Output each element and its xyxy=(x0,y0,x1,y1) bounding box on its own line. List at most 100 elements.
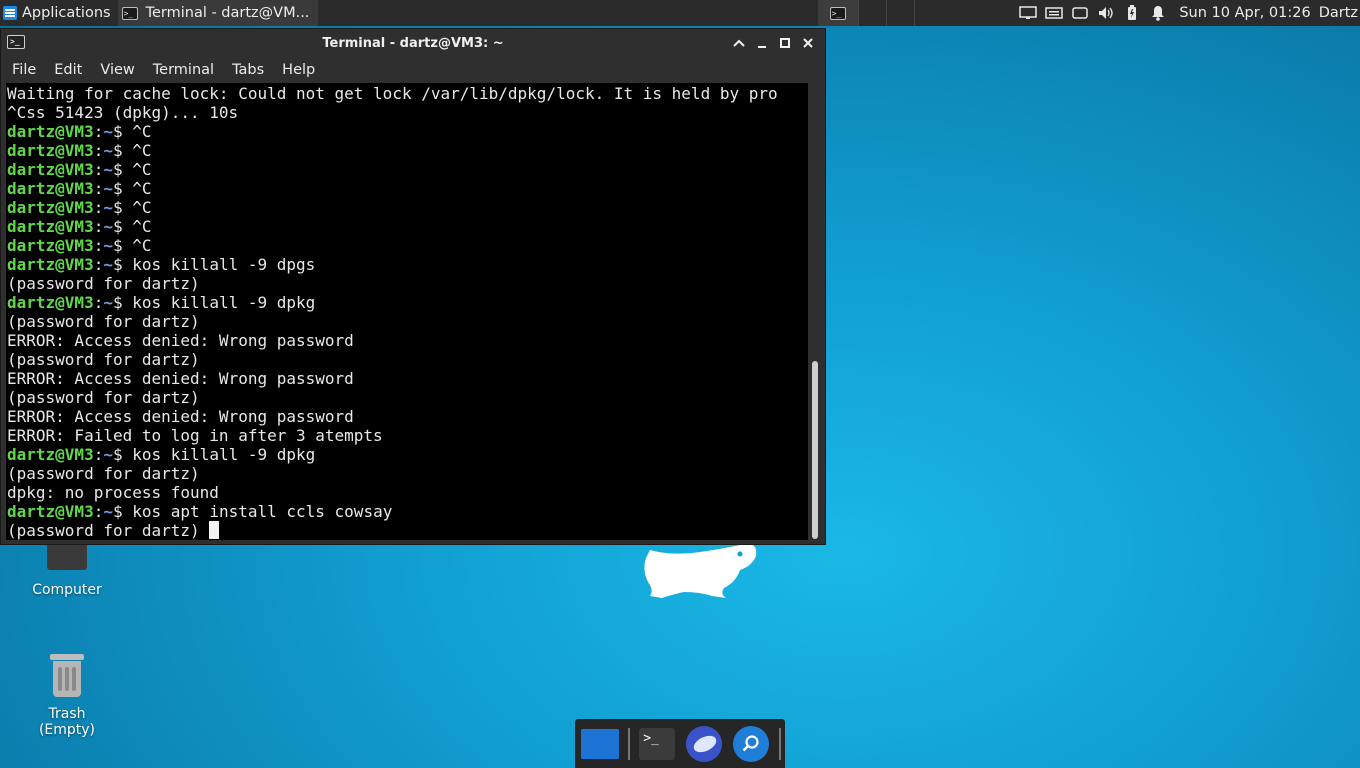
system-tray: Sun 10 Apr, 01:26 Dartz xyxy=(1015,0,1360,26)
workspace-1-button[interactable]: >_ xyxy=(817,0,858,26)
terminal-output-line: (password for dartz) xyxy=(7,274,808,293)
prompt-dollar: $ xyxy=(112,122,133,141)
prompt-dollar: $ xyxy=(112,141,133,160)
terminal-command-line: dartz@VM3:~$ ^C xyxy=(7,141,808,160)
prompt-user: dartz@VM3 xyxy=(7,217,94,236)
prompt-colon: : xyxy=(93,236,104,255)
line-text: ^C xyxy=(132,236,152,255)
maximize-button[interactable] xyxy=(773,33,796,53)
line-text: (password for dartz) xyxy=(7,350,200,369)
applications-label: Applications xyxy=(22,5,111,21)
terminal-window[interactable]: >_ Terminal - dartz@VM3: ~ File Edit Vie… xyxy=(0,28,826,545)
scrollbar-thumb[interactable] xyxy=(812,361,818,539)
workspace-2-button[interactable] xyxy=(857,0,886,26)
prompt-dollar: $ xyxy=(112,198,133,217)
desktop-computer-icon[interactable]: Computer xyxy=(12,540,122,598)
window-titlebar[interactable]: >_ Terminal - dartz@VM3: ~ xyxy=(1,29,825,57)
search-icon xyxy=(733,725,770,762)
web-browser-icon xyxy=(685,725,722,762)
prompt-user: dartz@VM3 xyxy=(7,255,94,274)
terminal-icon: >_ xyxy=(829,6,846,20)
menu-tabs[interactable]: Tabs xyxy=(223,62,273,78)
prompt-user: dartz@VM3 xyxy=(7,502,94,521)
terminal-output-line: (password for dartz) xyxy=(7,388,808,407)
maximize-icon xyxy=(779,38,790,48)
taskbar-terminal-title: Terminal - dartz@VM... xyxy=(145,5,310,21)
display-icon[interactable] xyxy=(1067,0,1093,26)
menu-view[interactable]: View xyxy=(91,62,143,78)
terminal-icon: >_ xyxy=(639,727,676,760)
minimize-icon xyxy=(757,46,766,48)
menu-edit[interactable]: Edit xyxy=(45,62,91,78)
menu-file[interactable]: File xyxy=(3,62,45,78)
dock-file-manager-button[interactable] xyxy=(575,719,624,768)
shade-button[interactable] xyxy=(727,33,750,53)
dock-web-browser-button[interactable] xyxy=(680,719,728,768)
network-icon[interactable] xyxy=(1015,0,1041,26)
line-text: ^C xyxy=(132,141,152,160)
terminal-output-line: (password for dartz) xyxy=(7,521,808,540)
line-text: kos killall -9 dpkg xyxy=(132,293,316,312)
prompt-user: dartz@VM3 xyxy=(7,198,94,217)
prompt-dollar: $ xyxy=(112,160,133,179)
menu-terminal[interactable]: Terminal xyxy=(144,62,223,78)
minimize-button[interactable] xyxy=(750,33,773,53)
terminal-command-line: dartz@VM3:~$ kos killall -9 dpkg xyxy=(7,293,808,312)
trash-icon xyxy=(50,654,84,698)
terminal-command-line: dartz@VM3:~$ ^C xyxy=(7,217,808,236)
line-text: (password for dartz) xyxy=(7,274,200,293)
dock-search-button[interactable] xyxy=(728,719,776,768)
prompt-user: dartz@VM3 xyxy=(7,445,94,464)
battery-icon[interactable] xyxy=(1119,0,1145,26)
text-cursor xyxy=(209,521,220,539)
prompt-colon: : xyxy=(93,502,104,521)
clock[interactable]: Sun 10 Apr, 01:26 xyxy=(1179,5,1310,21)
terminal-output-line: ERROR: Failed to log in after 3 atempts xyxy=(7,426,808,445)
line-text: ERROR: Access denied: Wrong password xyxy=(7,331,354,350)
prompt-path: ~ xyxy=(103,293,113,312)
taskbar-terminal-button[interactable]: >_ Terminal - dartz@VM... xyxy=(117,0,318,26)
line-text: kos killall -9 dpgs xyxy=(132,255,316,274)
terminal-scrollbar[interactable] xyxy=(809,83,821,540)
close-button[interactable] xyxy=(796,33,819,53)
line-text: kos apt install ccls cowsay xyxy=(132,502,393,521)
prompt-dollar: $ xyxy=(112,179,133,198)
line-text: ERROR: Failed to log in after 3 atempts xyxy=(7,426,383,445)
terminal-icon: >_ xyxy=(121,6,138,20)
terminal-icon[interactable]: >_ xyxy=(7,35,25,49)
terminal-output[interactable]: Waiting for cache lock: Could not get lo… xyxy=(6,83,808,540)
workspace-4-button[interactable] xyxy=(913,0,942,26)
dock-separator xyxy=(628,727,631,760)
applications-menu-button[interactable]: Applications xyxy=(0,0,115,26)
prompt-dollar: $ xyxy=(112,293,133,312)
terminal-output-line: ERROR: Access denied: Wrong password xyxy=(7,331,808,350)
terminal-output-line: ERROR: Access denied: Wrong password xyxy=(7,407,808,426)
user-menu[interactable]: Dartz xyxy=(1319,5,1358,21)
prompt-path: ~ xyxy=(103,236,113,255)
window-title: Terminal - dartz@VM3: ~ xyxy=(322,35,504,51)
line-text: (password for dartz) xyxy=(7,521,210,540)
volume-icon[interactable] xyxy=(1093,0,1119,26)
desktop-trash-icon[interactable]: Trash (Empty) xyxy=(12,654,122,738)
line-text: ^C xyxy=(132,160,152,179)
prompt-colon: : xyxy=(93,160,104,179)
folder-icon xyxy=(580,728,619,759)
prompt-path: ~ xyxy=(103,217,113,236)
menu-help[interactable]: Help xyxy=(273,62,324,78)
keyboard-icon[interactable] xyxy=(1041,0,1067,26)
terminal-command-line: dartz@VM3:~$ kos killall -9 dpgs xyxy=(7,255,808,274)
line-text: (password for dartz) xyxy=(7,312,200,331)
terminal-command-line: dartz@VM3:~$ kos killall -9 dpkg xyxy=(7,445,808,464)
close-icon xyxy=(802,38,813,48)
terminal-output-line: Waiting for cache lock: Could not get lo… xyxy=(7,84,808,103)
line-text: ^C xyxy=(132,217,152,236)
prompt-path: ~ xyxy=(103,122,113,141)
workspace-3-button[interactable] xyxy=(885,0,914,26)
notification-bell-icon[interactable] xyxy=(1145,0,1171,26)
xfce-mouse-logo-icon xyxy=(644,543,757,598)
line-text: (password for dartz) xyxy=(7,388,200,407)
applications-icon xyxy=(3,6,17,20)
dock-terminal-button[interactable]: >_ xyxy=(634,719,680,768)
terminal-output-line: (password for dartz) xyxy=(7,464,808,483)
prompt-user: dartz@VM3 xyxy=(7,160,94,179)
